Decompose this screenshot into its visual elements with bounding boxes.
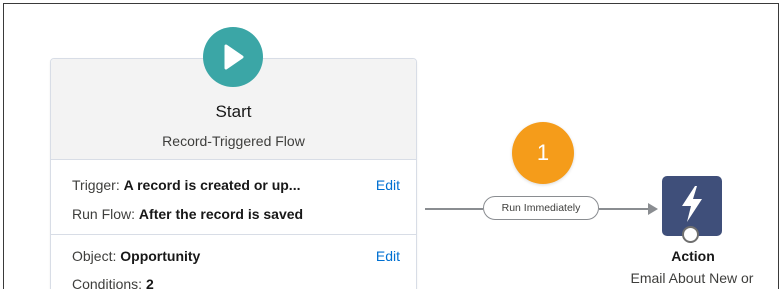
object-value: Opportunity: [120, 248, 201, 264]
run-immediately-pill[interactable]: Run Immediately: [483, 196, 599, 220]
conditions-label: Conditions:: [72, 276, 143, 289]
action-title: Action: [671, 248, 715, 264]
run-flow-row: Run Flow: After the record is saved: [72, 206, 303, 222]
step-number-badge: 1: [512, 122, 574, 184]
lightning-bolt-icon: [678, 185, 706, 228]
run-flow-label: Run Flow:: [72, 206, 136, 222]
conditions-row: Conditions: 2: [72, 276, 154, 289]
object-section: Object: Opportunity Conditions: 2 Edit: [51, 235, 416, 289]
start-subtitle: Record-Triggered Flow: [162, 133, 305, 149]
run-flow-value: After the record is saved: [138, 206, 304, 222]
connector-line-left: [425, 208, 483, 210]
flow-canvas: Start Record-Triggered Flow Trigger: A r…: [3, 3, 779, 289]
object-row: Object: Opportunity: [72, 248, 200, 264]
trigger-row: Trigger: A record is created or up...: [72, 177, 300, 193]
conditions-value: 2: [145, 276, 154, 289]
start-title: Start: [215, 102, 252, 121]
connector-line-right: [599, 208, 649, 210]
action-subtitle: Email About New or: [630, 270, 754, 286]
edit-object-link[interactable]: Edit: [376, 248, 400, 264]
start-node-circle: [203, 27, 263, 87]
connector-arrow-icon: [648, 203, 658, 215]
trigger-value: A record is created or up...: [123, 177, 301, 193]
object-label: Object:: [72, 248, 117, 264]
edit-trigger-link[interactable]: Edit: [376, 177, 400, 193]
trigger-section: Trigger: A record is created or up... Ru…: [51, 159, 416, 235]
trigger-label: Trigger:: [72, 177, 120, 193]
play-icon: [220, 43, 246, 71]
start-element[interactable]: Start Record-Triggered Flow Trigger: A r…: [50, 58, 417, 289]
action-connector-dot[interactable]: [682, 226, 699, 243]
